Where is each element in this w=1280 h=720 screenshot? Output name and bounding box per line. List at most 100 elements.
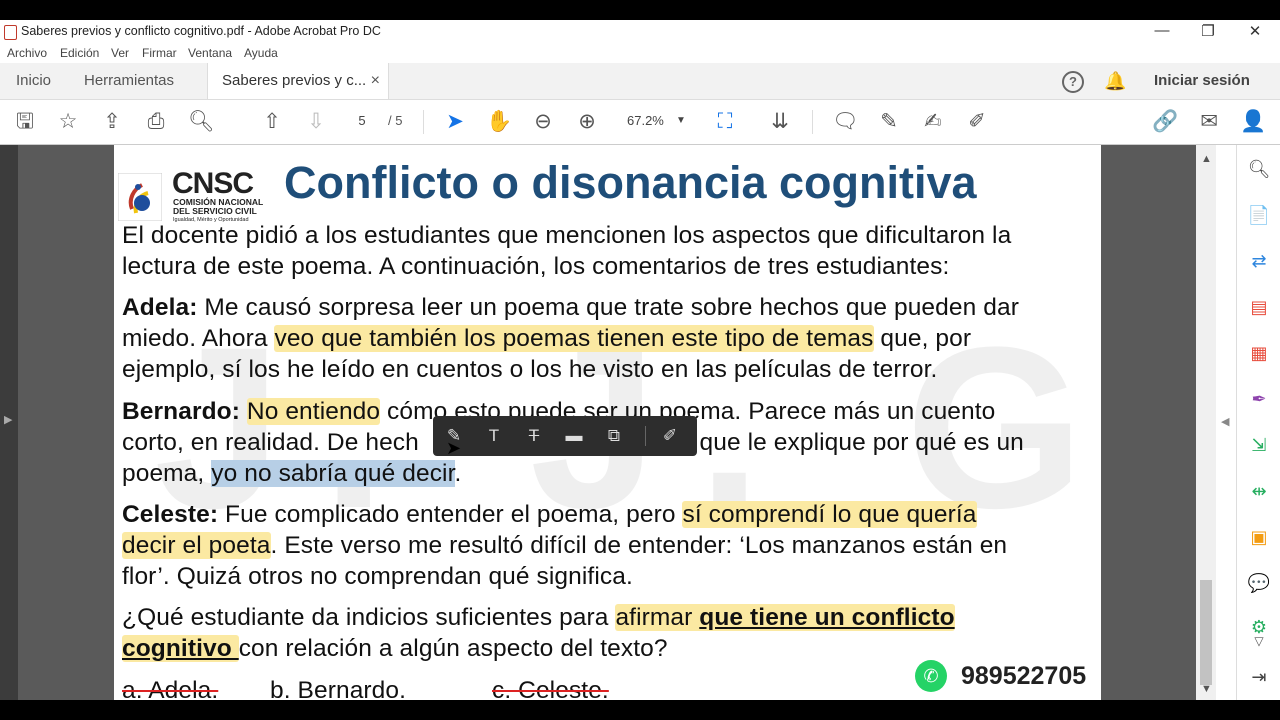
page-title: Conflicto o disonancia cognitiva — [284, 157, 977, 208]
scroll-mode-icon[interactable]: ⇊ — [767, 109, 793, 135]
phone-number: 989522705 — [961, 662, 1087, 690]
adela-line-1: Adela: Me causó sorpresa leer un poema q… — [122, 294, 1019, 321]
bernardo-line-3: poema, yo no sabría qué decir. — [122, 460, 462, 487]
selected-text[interactable]: yo no sabría qué decir — [211, 460, 455, 487]
sign-icon[interactable]: ✍ — [920, 109, 946, 135]
text-icon[interactable]: T — [483, 425, 505, 447]
top-black-bar — [0, 0, 1280, 20]
arrow-down-icon[interactable]: ⇩ — [303, 109, 329, 135]
comment-icon[interactable]: 💬 — [1247, 571, 1271, 595]
create-pdf-icon[interactable]: 📄 — [1247, 203, 1271, 227]
arrow-up-icon[interactable]: ⇧ — [259, 109, 285, 135]
logo-acronym: CNSC — [172, 167, 254, 200]
copy-icon[interactable]: ⧉ — [603, 425, 625, 447]
fit-page-icon[interactable]: ⛶ — [712, 109, 738, 135]
tools-pane: 🔍︎ 📄 ⇄ ▤ ▦ ✒ ⇲ ⇹ ▣ 💬 ⚙ ▽ ⇥ — [1236, 145, 1280, 700]
scrollbar-thumb[interactable] — [1200, 580, 1212, 685]
edit-text-icon[interactable]: ✐ — [659, 425, 681, 447]
star-icon[interactable]: ☆ — [55, 109, 81, 135]
vertical-scrollbar[interactable]: ▲ ▼ — [1196, 145, 1216, 700]
collapse-panel-icon[interactable]: ◀ — [1221, 415, 1229, 428]
fill-sign-icon[interactable]: ✒ — [1247, 387, 1271, 411]
comment-pdf-icon[interactable]: ▦ — [1247, 341, 1271, 365]
page-total: / 5 — [388, 113, 403, 128]
minimize-button[interactable]: — — [1147, 22, 1177, 39]
help-icon[interactable]: ? — [1062, 71, 1084, 93]
bottom-black-bar — [0, 700, 1280, 720]
scroll-down-icon[interactable]: ▼ — [1201, 683, 1212, 695]
comment-icon[interactable]: 🗨 — [832, 109, 859, 135]
menu-ayuda[interactable]: Ayuda — [244, 46, 278, 60]
add-user-icon[interactable]: 👤 — [1240, 109, 1266, 135]
acrobat-app-icon — [4, 25, 17, 40]
zoom-value: 67.2% — [627, 113, 664, 128]
mouse-cursor-icon: ➤ — [446, 438, 462, 458]
link-icon[interactable]: 🔗 — [1152, 109, 1178, 135]
left-panel-collapsed[interactable]: ▶ — [0, 145, 18, 700]
page-number-input[interactable]: 5 — [345, 111, 379, 131]
select-cursor-icon[interactable]: ➤ — [442, 109, 468, 135]
intro-line-2: lectura de este poema. A continuación, l… — [122, 253, 950, 280]
text-markup-toolbar: ✎ T T ▬ ⧉ ✐ — [433, 416, 697, 456]
printer-icon[interactable]: ⎙ — [143, 109, 169, 135]
adela-line-3: ejemplo, sí los he leído en cuentos o lo… — [122, 356, 938, 383]
toolbar: 🖫 ☆ ⇪ ⎙ 🔍︎ ⇧ ⇩ 5 / 5 ➤ ✋ ⊖ ⊕ 67.2% ▼ ⛶ ⇊… — [0, 100, 1280, 145]
zoom-select[interactable]: 67.2% ▼ — [618, 111, 690, 131]
menu-ventana[interactable]: Ventana — [188, 46, 232, 60]
highlight-pen-icon[interactable]: ✎ — [876, 109, 902, 135]
adela-line-2: miedo. Ahora veo que también los poemas … — [122, 325, 972, 352]
restore-button[interactable]: ❐ — [1193, 22, 1223, 40]
highlight[interactable]: decir el poeta — [122, 532, 271, 559]
tab-inicio[interactable]: Inicio — [16, 63, 51, 99]
scroll-up-icon[interactable]: ▲ — [1201, 153, 1212, 165]
question-line-1: ¿Qué estudiante da indicios suficientes … — [122, 604, 955, 631]
intro-line-1: El docente pidió a los estudiantes que m… — [122, 222, 1012, 249]
right-panel-toggle[interactable]: ◀ — [1216, 145, 1236, 700]
option-c: c. Celeste. — [492, 677, 609, 700]
cloud-upload-icon[interactable]: ⇪ — [99, 109, 125, 135]
menu-edicion[interactable]: Edición — [60, 46, 99, 60]
zoom-tool-icon[interactable]: 🔍︎ — [1247, 157, 1271, 181]
hand-icon[interactable]: ✋ — [486, 109, 512, 135]
collapse-pane-icon[interactable]: ⇥ — [1247, 665, 1271, 689]
export-pdf-icon[interactable]: ⇄ — [1247, 249, 1271, 273]
save-icon[interactable]: 🖫 — [12, 109, 38, 135]
tab-bar: Inicio Herramientas Saberes previos y c.… — [0, 63, 1280, 100]
zoom-in-icon[interactable]: ⊕ — [574, 109, 600, 135]
sign-in-button[interactable]: Iniciar sesión — [1154, 63, 1250, 99]
close-window-button[interactable]: ✕ — [1240, 22, 1270, 40]
strikethrough-icon[interactable]: T — [523, 425, 545, 447]
compress-icon[interactable]: ⇹ — [1247, 479, 1271, 503]
prepare-form-icon[interactable]: ▣ — [1247, 525, 1271, 549]
logo-line2: DEL SERVICIO CIVIL — [173, 206, 257, 216]
organize-pages-icon[interactable]: ▤ — [1247, 295, 1271, 319]
search-icon[interactable]: 🔍︎ — [188, 109, 215, 135]
celeste-line-1: Celeste: Fue complicado entender el poem… — [122, 501, 977, 528]
bell-icon[interactable]: 🔔 — [1104, 71, 1126, 92]
chevron-down-icon: ▼ — [676, 115, 686, 126]
email-icon[interactable]: ✉ — [1196, 109, 1222, 135]
highlight[interactable]: cognitivo — [122, 635, 239, 662]
menu-ver[interactable]: Ver — [111, 46, 129, 60]
whatsapp-icon: ✆ — [915, 660, 947, 692]
chevron-down-icon[interactable]: ▽ — [1247, 629, 1271, 653]
highlight[interactable]: veo que también los poemas tienen este t… — [274, 325, 874, 352]
option-b: b. Bernardo. — [270, 677, 407, 700]
tab-close-icon[interactable]: × — [371, 63, 380, 99]
highlight[interactable]: sí comprendí lo que quería — [682, 501, 977, 528]
celeste-line-2: decir el poeta. Este verso me resultó di… — [122, 532, 1008, 559]
option-a: a. Adela. — [122, 677, 219, 700]
menu-firmar[interactable]: Firmar — [142, 46, 177, 60]
tab-herramientas[interactable]: Herramientas — [84, 63, 174, 99]
celeste-line-3: flor’. Quizá otros no comprendan qué sig… — [122, 563, 633, 590]
zoom-out-icon[interactable]: ⊖ — [530, 109, 556, 135]
tab-document[interactable]: Saberes previos y c... × — [207, 63, 389, 99]
edit-pdf-icon[interactable]: ✐ — [964, 109, 990, 135]
underline-icon[interactable]: ▬ — [563, 425, 585, 447]
expand-left-panel-icon[interactable]: ▶ — [4, 413, 12, 426]
menu-archivo[interactable]: Archivo — [7, 46, 47, 60]
send-sign-icon[interactable]: ⇲ — [1247, 433, 1271, 457]
highlight[interactable]: No entiendo — [246, 398, 381, 425]
question-line-2: cognitivo con relación a algún aspecto d… — [122, 635, 668, 662]
highlight[interactable]: afirmar que tiene un conflicto — [615, 604, 955, 631]
